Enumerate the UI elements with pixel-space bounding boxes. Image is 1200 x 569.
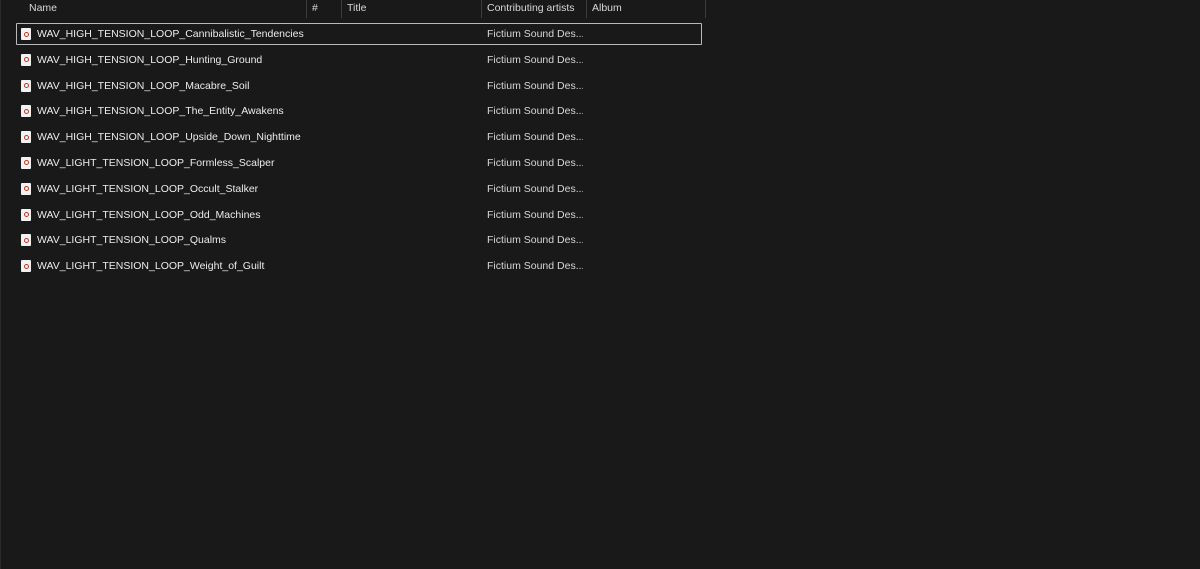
column-divider[interactable] [306, 0, 307, 18]
column-header-bar: Name # Title Contributing artists Album [1, 0, 706, 18]
file-row[interactable]: WAV_HIGH_TENSION_LOOP_Macabre_Soil Fictiu… [16, 75, 702, 97]
file-contributing-artist: Fictium Sound Des... [487, 131, 583, 144]
file-contributing-artist: Fictium Sound Des... [487, 260, 583, 273]
audio-file-icon [21, 53, 31, 66]
file-row[interactable]: WAV_LIGHT_TENSION_LOOP_Weight_of_Guilt Fi… [16, 255, 702, 277]
column-divider[interactable] [586, 0, 587, 18]
audio-file-icon [21, 131, 31, 144]
audio-file-icon [21, 105, 31, 118]
file-row[interactable]: WAV_LIGHT_TENSION_LOOP_Qualms Fictium Sou… [16, 229, 702, 251]
file-name: WAV_LIGHT_TENSION_LOOP_Qualms [37, 234, 227, 247]
file-list-pane: Name # Title Contributing artists Album … [0, 0, 1200, 569]
file-row[interactable]: WAV_HIGH_TENSION_LOOP_The_Entity_Awakens… [16, 100, 702, 122]
file-contributing-artist: Fictium Sound Des... [487, 28, 583, 40]
file-contributing-artist: Fictium Sound Des... [487, 79, 583, 92]
column-divider[interactable] [481, 0, 482, 18]
file-name: WAV_HIGH_TENSION_LOOP_Cannibalistic_Tend… [37, 28, 304, 40]
column-header-name[interactable]: Name [29, 0, 57, 18]
file-name: WAV_HIGH_TENSION_LOOP_Macabre_Soil [37, 79, 250, 92]
audio-file-icon [21, 260, 31, 273]
file-contributing-artist: Fictium Sound Des... [487, 105, 583, 118]
file-name: WAV_HIGH_TENSION_LOOP_Upside_Down_Nightt… [37, 131, 301, 144]
file-contributing-artist: Fictium Sound Des... [487, 234, 583, 247]
file-row[interactable]: WAV_LIGHT_TENSION_LOOP_Formless_Scalper F… [16, 152, 702, 174]
file-contributing-artist: Fictium Sound Des... [487, 53, 583, 66]
file-rows: WAV_HIGH_TENSION_LOOP_Cannibalistic_Tend… [16, 23, 702, 281]
file-name: WAV_HIGH_TENSION_LOOP_Hunting_Ground [37, 53, 263, 66]
audio-file-icon [21, 79, 31, 92]
file-name: WAV_LIGHT_TENSION_LOOP_Weight_of_Guilt [37, 260, 265, 273]
column-divider[interactable] [705, 0, 706, 18]
file-row[interactable]: WAV_HIGH_TENSION_LOOP_Cannibalistic_Tend… [16, 23, 702, 45]
audio-file-icon [21, 234, 31, 247]
audio-file-icon [21, 208, 31, 221]
column-header-album[interactable]: Album [592, 0, 622, 18]
column-header-title[interactable]: Title [347, 0, 366, 18]
file-name: WAV_LIGHT_TENSION_LOOP_Odd_Machines [37, 208, 261, 221]
column-header-number[interactable]: # [312, 0, 318, 18]
file-row[interactable]: WAV_HIGH_TENSION_LOOP_Upside_Down_Nightt… [16, 126, 702, 148]
column-header-contributing-artists[interactable]: Contributing artists [487, 0, 575, 18]
audio-file-icon [21, 182, 31, 195]
file-name: WAV_LIGHT_TENSION_LOOP_Formless_Scalper [37, 156, 275, 169]
audio-file-icon [21, 28, 31, 40]
file-row[interactable]: WAV_LIGHT_TENSION_LOOP_Odd_Machines Ficti… [16, 204, 702, 226]
file-contributing-artist: Fictium Sound Des... [487, 182, 583, 195]
file-contributing-artist: Fictium Sound Des... [487, 208, 583, 221]
file-name: WAV_LIGHT_TENSION_LOOP_Occult_Stalker [37, 182, 259, 195]
file-row[interactable]: WAV_HIGH_TENSION_LOOP_Hunting_Ground Fict… [16, 49, 702, 71]
column-divider[interactable] [341, 0, 342, 18]
file-contributing-artist: Fictium Sound Des... [487, 156, 583, 169]
file-row[interactable]: WAV_LIGHT_TENSION_LOOP_Occult_Stalker Fic… [16, 178, 702, 200]
audio-file-icon [21, 156, 31, 169]
file-name: WAV_HIGH_TENSION_LOOP_The_Entity_Awakens [37, 105, 284, 118]
